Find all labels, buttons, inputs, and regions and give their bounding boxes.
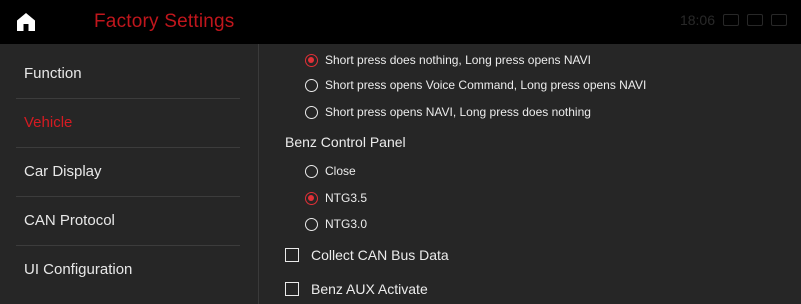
sidebar-item-vehicle[interactable]: Vehicle bbox=[0, 98, 258, 147]
button-option-1[interactable]: Short press does nothing, Long press ope… bbox=[305, 53, 591, 67]
checkbox-label: Collect CAN Bus Data bbox=[311, 247, 449, 263]
benz-option-ntg30[interactable]: NTG3.0 bbox=[305, 217, 367, 231]
checkbox[interactable] bbox=[285, 248, 299, 262]
sidebar-item-function[interactable]: Function bbox=[0, 49, 258, 98]
option-label: Close bbox=[325, 164, 356, 178]
page-title: Factory Settings bbox=[94, 11, 235, 32]
top-bar: Factory Settings 18:06 bbox=[0, 0, 801, 44]
sidebar-item-label: Vehicle bbox=[24, 114, 73, 131]
radio-button[interactable] bbox=[305, 217, 318, 231]
sidebar: Function Vehicle Car Display CAN Protoco… bbox=[0, 44, 259, 304]
checkbox-label: Benz AUX Activate bbox=[311, 281, 428, 297]
sidebar-item-car-display[interactable]: Car Display bbox=[0, 147, 258, 196]
sidebar-item-label: Car Display bbox=[24, 163, 102, 180]
checkbox[interactable] bbox=[285, 282, 299, 296]
battery-icon bbox=[771, 14, 787, 26]
benz-option-close[interactable]: Close bbox=[305, 164, 356, 178]
benz-panel-title: Benz Control Panel bbox=[285, 134, 406, 150]
radio-button-selected[interactable] bbox=[305, 191, 318, 205]
usb-icon bbox=[723, 14, 739, 26]
option-label: NTG3.5 bbox=[325, 191, 368, 205]
benz-option-ntg35[interactable]: NTG3.5 bbox=[305, 191, 367, 205]
settings-panel: Short press does nothing, Long press ope… bbox=[260, 44, 801, 304]
status-bar: 18:06 bbox=[680, 12, 787, 28]
option-label: Short press opens Voice Command, Long pr… bbox=[325, 78, 647, 92]
button-option-3[interactable]: Short press opens NAVI, Long press does … bbox=[305, 105, 591, 119]
radio-button-selected[interactable] bbox=[305, 53, 318, 67]
benz-aux-activate-row[interactable]: Benz AUX Activate bbox=[285, 281, 428, 297]
content-area: Function Vehicle Car Display CAN Protoco… bbox=[0, 44, 801, 304]
collect-can-bus-data-row[interactable]: Collect CAN Bus Data bbox=[285, 247, 449, 263]
home-icon bbox=[17, 13, 35, 31]
status-time: 18:06 bbox=[679, 12, 715, 28]
option-label: Short press opens NAVI, Long press does … bbox=[325, 105, 591, 119]
sidebar-item-ui-configuration[interactable]: UI Configuration bbox=[0, 245, 258, 294]
option-label: Short press does nothing, Long press ope… bbox=[325, 53, 591, 67]
sidebar-item-label: UI Configuration bbox=[24, 261, 133, 278]
option-label: NTG3.0 bbox=[325, 217, 368, 231]
radio-button[interactable] bbox=[305, 164, 318, 178]
sidebar-item-label: Function bbox=[24, 65, 82, 82]
sidebar-item-label: CAN Protocol bbox=[24, 212, 115, 229]
screen-icon bbox=[747, 14, 763, 26]
button-option-2[interactable]: Short press opens Voice Command, Long pr… bbox=[305, 78, 646, 92]
radio-button[interactable] bbox=[305, 78, 318, 92]
home-button[interactable] bbox=[8, 4, 44, 40]
sidebar-item-can-protocol[interactable]: CAN Protocol bbox=[0, 196, 258, 245]
radio-button[interactable] bbox=[305, 105, 318, 119]
